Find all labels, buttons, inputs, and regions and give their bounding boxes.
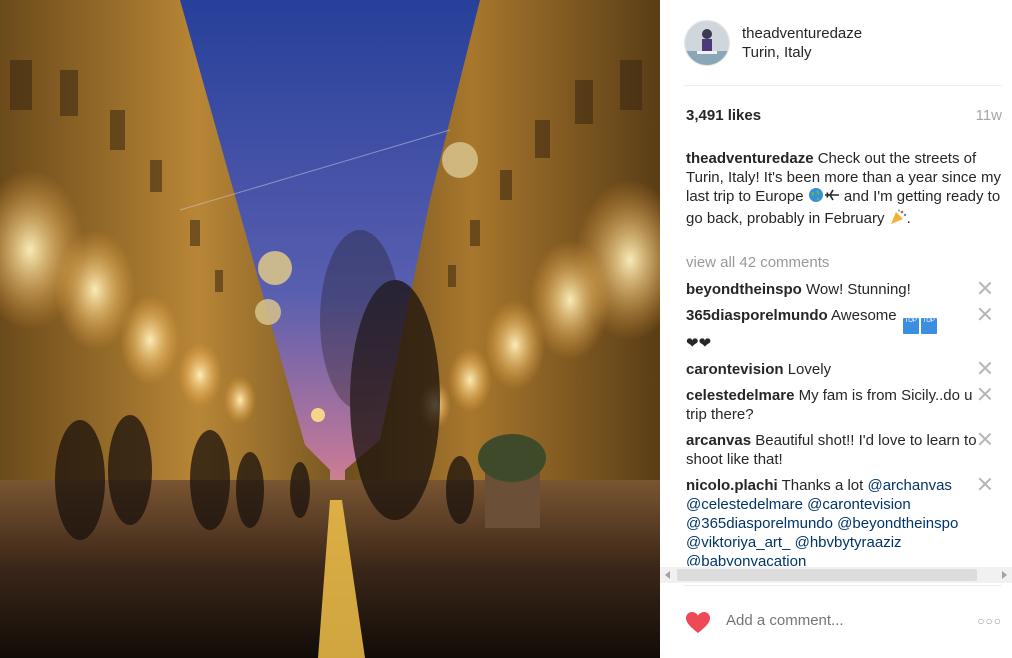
scrollbar-thumb[interactable] xyxy=(677,569,977,581)
horizontal-scrollbar[interactable] xyxy=(660,567,1012,583)
comment-username[interactable]: celestedelmare xyxy=(686,387,794,404)
mention-link[interactable]: @hbvbytyraaziz xyxy=(795,534,902,551)
delete-comment-icon[interactable] xyxy=(979,362,991,374)
more-options-icon[interactable]: ○○○ xyxy=(977,614,1002,628)
delete-comment-icon[interactable] xyxy=(979,282,991,294)
mention-link[interactable]: @carontevision xyxy=(807,496,911,513)
delete-comment-icon[interactable] xyxy=(979,388,991,400)
view-all-comments-link[interactable]: view all 42 comments xyxy=(686,254,829,271)
top-arrow-emoji-icon: TOP xyxy=(902,318,919,334)
post-photo[interactable] xyxy=(0,0,660,658)
avatar-image xyxy=(685,21,729,65)
mention-link[interactable]: @celestedelmare xyxy=(686,496,803,513)
comments-list: beyondtheinspo Wow! Stunning! 365diaspor… xyxy=(686,280,1012,566)
comment: celestedelmare My fam is from Sicily..do… xyxy=(686,386,981,424)
mention-link[interactable]: @365diasporelmundo xyxy=(686,515,833,532)
comment-bar: ○○○ xyxy=(660,596,1012,658)
likes-count[interactable]: 3,491 likes xyxy=(686,107,761,124)
avatar[interactable] xyxy=(684,20,730,66)
scroll-left-arrow-icon[interactable] xyxy=(665,571,670,579)
caption-text-3: . xyxy=(906,209,911,227)
header-location[interactable]: Turin, Italy xyxy=(742,43,862,62)
post-sidebar: theadventuredaze Turin, Italy 3,491 like… xyxy=(660,0,1012,658)
scroll-right-arrow-icon[interactable] xyxy=(1002,571,1007,579)
delete-comment-icon[interactable] xyxy=(979,433,991,445)
comment-username[interactable]: arcanvas xyxy=(686,432,751,449)
party-popper-emoji-icon xyxy=(889,209,907,230)
airplane-emoji-icon xyxy=(824,187,840,208)
mention-link[interactable]: @archanvas xyxy=(867,477,951,494)
mention-link[interactable]: @babyonvacation xyxy=(686,553,806,566)
comment-username[interactable]: beyondtheinspo xyxy=(686,281,802,298)
turin-street-photo xyxy=(0,0,660,658)
add-comment-input[interactable] xyxy=(724,611,948,630)
comment-username[interactable]: nicolo.plachi xyxy=(686,477,778,494)
comment-text: Wow! Stunning! xyxy=(806,281,911,298)
mention-link[interactable]: @beyondtheinspo xyxy=(837,515,958,532)
comment-text: Lovely xyxy=(787,361,832,378)
post-caption: theadventuredaze Check out the streets o… xyxy=(686,149,1004,230)
comment-username[interactable]: 365diasporelmundo xyxy=(686,307,828,324)
comment-text: Thanks a lot xyxy=(781,477,868,494)
header-username[interactable]: theadventuredaze xyxy=(742,24,862,43)
delete-comment-icon[interactable] xyxy=(979,308,991,320)
caption-username[interactable]: theadventuredaze xyxy=(686,150,814,167)
post-modal: theadventuredaze Turin, Italy 3,491 like… xyxy=(0,0,1012,658)
mention-link[interactable]: @viktoriya_art_ xyxy=(686,534,790,551)
comment: beyondtheinspo Wow! Stunning! xyxy=(686,280,981,299)
comment-username[interactable]: carontevision xyxy=(686,361,784,378)
comment-text: Awesome xyxy=(831,307,897,324)
comment: carontevision Lovely xyxy=(686,360,981,379)
header-divider xyxy=(684,85,1002,86)
post-header: theadventuredaze Turin, Italy xyxy=(684,18,862,68)
comment: 365diasporelmundo Awesome TOP TOP ❤❤ xyxy=(686,306,981,353)
comment: arcanvas Beautiful shot!! I'd love to le… xyxy=(686,431,981,469)
delete-comment-icon[interactable] xyxy=(979,478,991,490)
comment: nicolo.plachi Thanks a lot @archanvas @c… xyxy=(686,476,981,566)
top-arrow-emoji-icon: TOP xyxy=(920,318,937,334)
like-heart-icon[interactable] xyxy=(685,611,711,640)
globe-emoji-icon xyxy=(808,187,824,208)
hearts-emoji: ❤❤ xyxy=(686,335,712,352)
bottom-divider xyxy=(684,585,1002,586)
post-age[interactable]: 11w xyxy=(976,107,1002,124)
